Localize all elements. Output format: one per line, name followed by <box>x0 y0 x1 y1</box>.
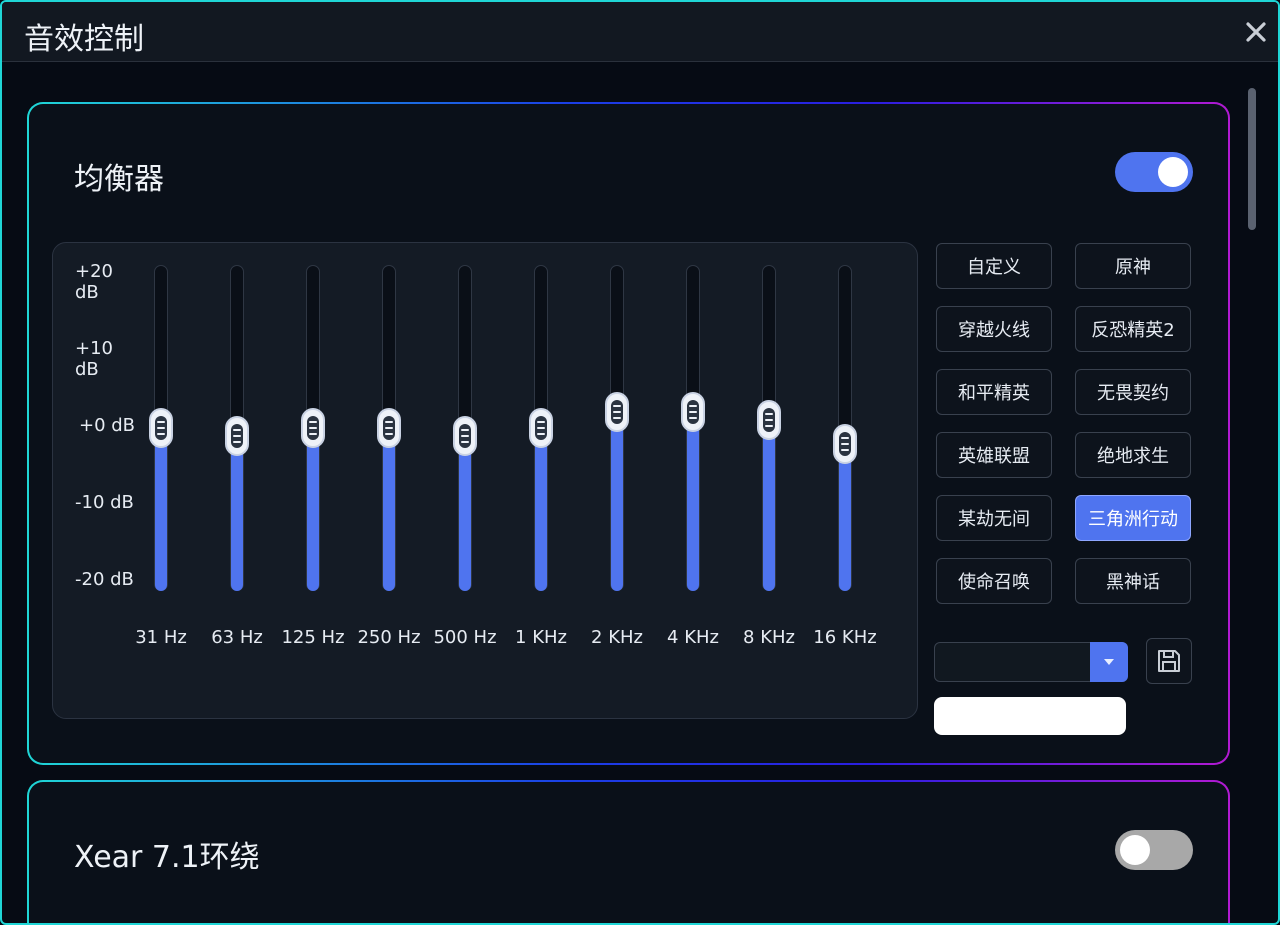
save-preset-button[interactable] <box>1146 638 1192 684</box>
slider-thumb[interactable] <box>225 415 249 456</box>
db-label-plus20: +20 dB <box>75 261 113 303</box>
eq-band-frequency: 63 Hz <box>211 627 263 648</box>
eq-band-frequency: 125 Hz <box>281 627 345 648</box>
grip-icon <box>763 408 775 433</box>
grip-icon <box>383 416 395 440</box>
preset-button[interactable]: 绝地求生 <box>1075 432 1191 478</box>
slider-fill <box>611 412 623 591</box>
equalizer-card: 均衡器 +20 dB +10 dB +0 dB -10 dB -20 dB 31… <box>27 102 1230 765</box>
surround-title: Xear 7.1环绕 <box>74 840 260 875</box>
eq-band-slider[interactable] <box>597 265 637 595</box>
eq-band-frequency: 500 Hz <box>433 627 497 648</box>
slider-thumb[interactable] <box>453 415 477 456</box>
preset-button[interactable]: 和平精英 <box>936 369 1052 415</box>
eq-band-slider[interactable] <box>673 265 713 595</box>
slider-fill <box>459 435 471 591</box>
grip-icon <box>839 431 851 456</box>
eq-band-slider[interactable] <box>217 265 257 595</box>
title-bar: 音效控制 <box>2 2 1278 62</box>
equalizer-toggle[interactable] <box>1115 152 1193 192</box>
slider-thumb[interactable] <box>833 423 857 464</box>
preset-button[interactable]: 反恐精英2 <box>1075 306 1191 352</box>
window-title: 音效控制 <box>24 22 144 57</box>
eq-band-slider[interactable] <box>141 265 181 595</box>
db-label-minus10: -10 dB <box>75 492 134 513</box>
grip-icon <box>687 400 699 425</box>
close-icon <box>1246 22 1266 42</box>
grip-icon <box>231 423 243 448</box>
eq-band-frequency: 8 KHz <box>743 627 795 648</box>
slider-fill <box>307 428 319 591</box>
preset-button[interactable]: 穿越火线 <box>936 306 1052 352</box>
eq-band-slider[interactable] <box>445 265 485 595</box>
sound-control-window: 音效控制 均衡器 +20 dB +10 dB +0 dB -10 dB -20 … <box>0 0 1280 925</box>
equalizer-panel: +20 dB +10 dB +0 dB -10 dB -20 dB 31 Hz 6… <box>52 242 918 719</box>
slider-fill <box>687 412 699 591</box>
scrollbar-thumb[interactable] <box>1248 88 1256 230</box>
eq-band-slider[interactable] <box>749 265 789 595</box>
db-label-zero: +0 dB <box>79 415 136 436</box>
grip-icon <box>535 416 547 440</box>
grip-icon <box>307 416 319 440</box>
slider-fill <box>231 435 243 591</box>
dropdown-button[interactable] <box>1090 642 1128 682</box>
preset-button[interactable]: 原神 <box>1075 243 1191 289</box>
eq-band-frequency: 16 KHz <box>813 627 877 648</box>
slider-fill <box>155 428 167 591</box>
db-label-minus20: -20 dB <box>75 569 134 590</box>
eq-band-slider[interactable] <box>825 265 865 595</box>
slider-fill <box>535 428 547 591</box>
eq-band-frequency: 4 KHz <box>667 627 719 648</box>
equalizer-title: 均衡器 <box>74 162 164 197</box>
slider-thumb[interactable] <box>301 408 325 448</box>
grip-icon <box>155 416 167 440</box>
preset-button-active[interactable]: 三角洲行动 <box>1075 495 1191 541</box>
slider-fill <box>839 443 851 591</box>
toggle-knob <box>1158 157 1188 187</box>
preset-select[interactable] <box>934 642 1128 682</box>
preset-name-input[interactable] <box>934 697 1126 735</box>
save-icon <box>1158 650 1180 672</box>
eq-band-slider[interactable] <box>293 265 333 595</box>
slider-thumb[interactable] <box>149 408 173 448</box>
preset-button[interactable]: 使命召唤 <box>936 558 1052 604</box>
toggle-knob <box>1120 835 1150 865</box>
surround-card: Xear 7.1环绕 <box>27 780 1230 923</box>
slider-thumb[interactable] <box>377 408 401 448</box>
close-button[interactable] <box>1238 14 1274 50</box>
preset-button[interactable]: 英雄联盟 <box>936 432 1052 478</box>
db-label-plus10: +10 dB <box>75 338 113 380</box>
surround-toggle[interactable] <box>1115 830 1193 870</box>
preset-button[interactable]: 自定义 <box>936 243 1052 289</box>
eq-band-frequency: 250 Hz <box>357 627 421 648</box>
slider-fill <box>383 428 395 591</box>
caret-down-icon <box>1104 659 1114 665</box>
eq-band-slider[interactable] <box>521 265 561 595</box>
slider-thumb[interactable] <box>605 392 629 433</box>
slider-thumb[interactable] <box>757 400 781 441</box>
grip-icon <box>611 400 623 425</box>
slider-fill <box>763 420 775 591</box>
preset-button[interactable]: 黑神话 <box>1075 558 1191 604</box>
slider-thumb[interactable] <box>529 408 553 448</box>
eq-band-frequency: 31 Hz <box>135 627 187 648</box>
eq-band-frequency: 2 KHz <box>591 627 643 648</box>
grip-icon <box>459 423 471 448</box>
eq-band-frequency: 1 KHz <box>515 627 567 648</box>
preset-button[interactable]: 某劫无间 <box>936 495 1052 541</box>
eq-band-slider[interactable] <box>369 265 409 595</box>
slider-thumb[interactable] <box>681 392 705 433</box>
preset-button[interactable]: 无畏契约 <box>1075 369 1191 415</box>
